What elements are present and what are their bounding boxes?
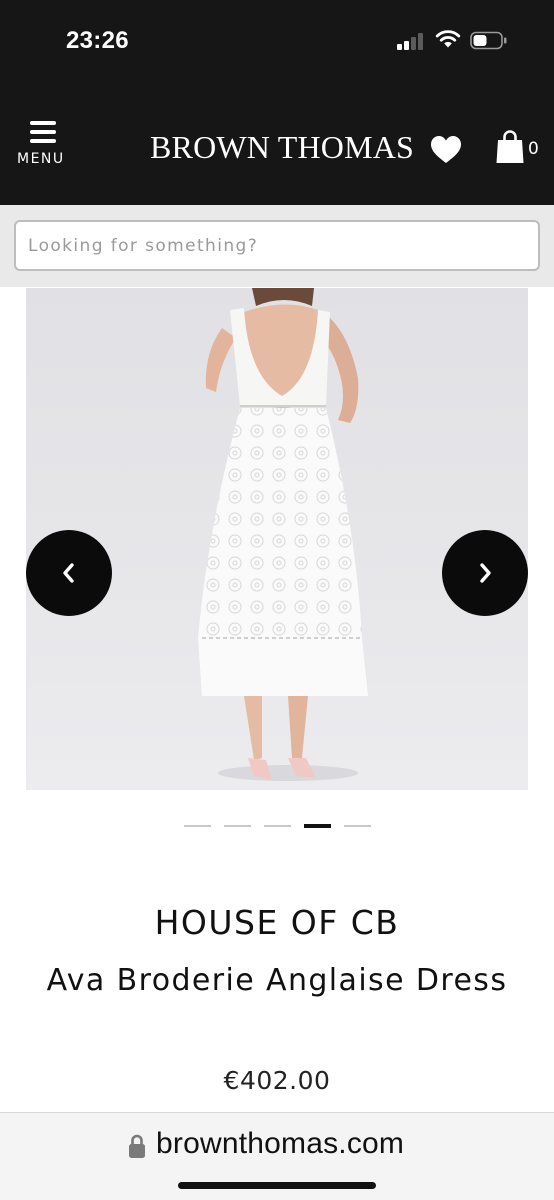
pagination-dot[interactable] (344, 825, 371, 827)
bag-count: 0 (528, 139, 539, 159)
pagination-dot[interactable] (224, 825, 251, 827)
product-image[interactable] (26, 288, 528, 790)
menu-button[interactable]: MENU (14, 119, 76, 169)
hamburger-icon (30, 121, 56, 143)
carousel-pagination (184, 824, 374, 830)
pagination-dot[interactable] (264, 825, 291, 827)
search-input[interactable] (14, 220, 540, 271)
chevron-left-icon (63, 563, 74, 583)
heart-icon[interactable] (430, 135, 462, 165)
site-header: MENU BROWN THOMAS 0 (0, 85, 554, 205)
status-time: 23:26 (66, 27, 129, 54)
status-bar: 23:26 (0, 0, 554, 85)
product-brand[interactable]: HOUSE OF CB (0, 903, 554, 942)
signal-icon (397, 33, 425, 50)
menu-label: MENU (17, 151, 65, 167)
lock-icon (129, 1134, 145, 1158)
shopping-bag-icon[interactable] (495, 129, 525, 165)
wifi-icon (435, 30, 461, 48)
chevron-right-icon (480, 563, 491, 583)
pagination-dot-active[interactable] (304, 824, 331, 828)
pagination-dot[interactable] (184, 825, 211, 827)
url-domain[interactable]: brownthomas.com (156, 1127, 404, 1161)
search-bar (0, 205, 554, 287)
home-indicator[interactable] (178, 1182, 376, 1189)
product-price: €402.00 (223, 1066, 331, 1095)
carousel-prev-button[interactable] (26, 530, 112, 616)
browser-url-bar[interactable]: brownthomas.com (0, 1112, 554, 1200)
brand-logo[interactable]: BROWN THOMAS (150, 129, 414, 166)
product-title: Ava Broderie Anglaise Dress (46, 963, 508, 998)
dress-photo (198, 288, 368, 781)
battery-icon (470, 31, 507, 50)
carousel-next-button[interactable] (442, 530, 528, 616)
